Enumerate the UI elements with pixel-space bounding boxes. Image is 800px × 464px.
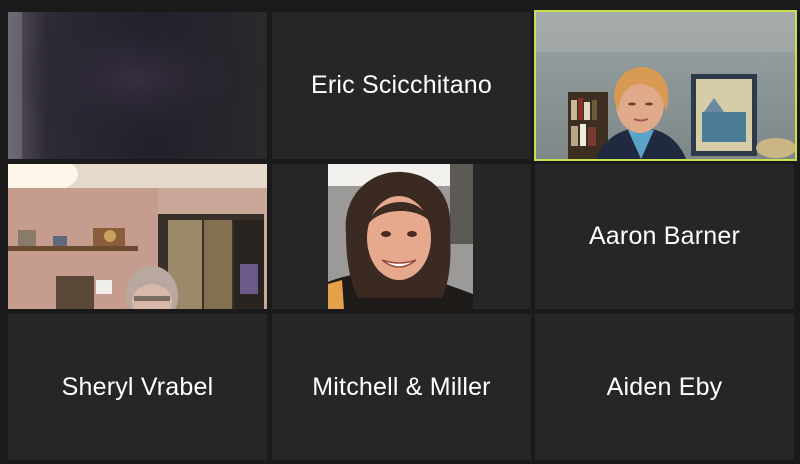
participant-video-5	[272, 164, 531, 309]
participant-tile-6[interactable]: Aaron Barner	[535, 164, 794, 309]
participant-name: Aaron Barner	[588, 222, 741, 250]
participant-video-1	[8, 12, 267, 159]
gallery-grid: Eric Scicchitano Aaron Barner Sheryl Vra…	[0, 0, 800, 464]
participant-tile-9[interactable]: Aiden Eby	[535, 314, 794, 460]
participant-tile-1[interactable]	[8, 12, 267, 159]
participant-tile-8[interactable]: Mitchell & Miller	[272, 314, 531, 460]
participant-tile-3-active-speaker[interactable]	[534, 10, 797, 161]
participant-name: Aiden Eby	[606, 372, 723, 401]
participant-video-4	[8, 164, 267, 309]
participant-name: Mitchell & Miller	[312, 372, 491, 401]
participant-tile-7[interactable]: Sheryl Vrabel	[8, 314, 267, 460]
participant-tile-2[interactable]: Eric Scicchitano	[272, 12, 531, 159]
participant-name: Sheryl Vrabel	[61, 372, 214, 401]
participant-tile-5[interactable]	[272, 164, 531, 309]
participant-name: Eric Scicchitano	[310, 71, 493, 99]
participant-video-3	[536, 12, 795, 159]
participant-tile-4[interactable]	[8, 164, 267, 309]
